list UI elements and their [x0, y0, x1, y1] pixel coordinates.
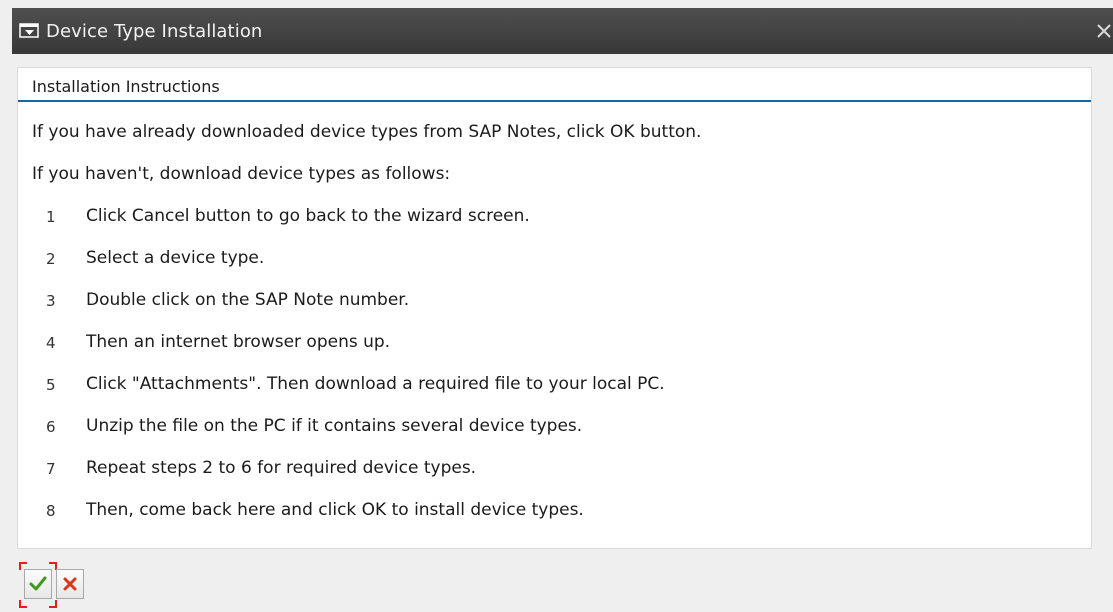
step-text: Unzip the file on the PC if it contains … — [86, 416, 583, 436]
step-text: Then, come back here and click OK to ins… — [86, 500, 584, 520]
ok-button[interactable] — [19, 562, 57, 608]
step-number: 7 — [46, 460, 56, 478]
step-number: 3 — [46, 292, 56, 310]
step-number: 5 — [46, 376, 56, 394]
step-item: 7 Repeat steps 2 to 6 for required devic… — [46, 458, 476, 478]
step-text: Select a device type. — [86, 248, 265, 268]
step-text: Click Cancel button to go back to the wi… — [86, 206, 530, 226]
window-menu-icon[interactable] — [12, 8, 46, 54]
dialog-button-bar — [19, 562, 88, 608]
section-header: Installation Instructions — [18, 68, 1091, 102]
step-text: Repeat steps 2 to 6 for required device … — [86, 458, 477, 478]
step-number: 2 — [46, 250, 56, 268]
step-item: 2 Select a device type. — [46, 248, 264, 268]
title-bar: Device Type Installation — [12, 8, 1113, 54]
step-item: 8 Then, come back here and click OK to i… — [46, 500, 584, 520]
intro-line-2: If you haven't, download device types as… — [32, 164, 451, 184]
step-text: Then an internet browser opens up. — [86, 332, 391, 352]
step-item: 5 Click "Attachments". Then download a r… — [46, 374, 665, 394]
checkmark-icon — [29, 576, 47, 591]
step-text: Double click on the SAP Note number. — [86, 290, 410, 310]
step-item: 1 Click Cancel button to go back to the … — [46, 206, 530, 226]
close-icon[interactable] — [1089, 16, 1113, 46]
cancel-button[interactable] — [56, 569, 84, 599]
step-number: 8 — [46, 502, 56, 520]
intro-line-1: If you have already downloaded device ty… — [32, 122, 702, 142]
step-item: 6 Unzip the file on the PC if it contain… — [46, 416, 582, 436]
step-text: Click "Attachments". Then download a req… — [86, 374, 665, 394]
section-title: Installation Instructions — [32, 77, 220, 96]
cross-icon — [63, 577, 77, 591]
instructions-panel: Installation Instructions If you have al… — [17, 67, 1092, 549]
step-item: 4 Then an internet browser opens up. — [46, 332, 390, 352]
step-item: 3 Double click on the SAP Note number. — [46, 290, 409, 310]
step-number: 1 — [46, 208, 56, 226]
window-title: Device Type Installation — [46, 20, 263, 42]
step-number: 4 — [46, 334, 56, 352]
step-number: 6 — [46, 418, 56, 436]
